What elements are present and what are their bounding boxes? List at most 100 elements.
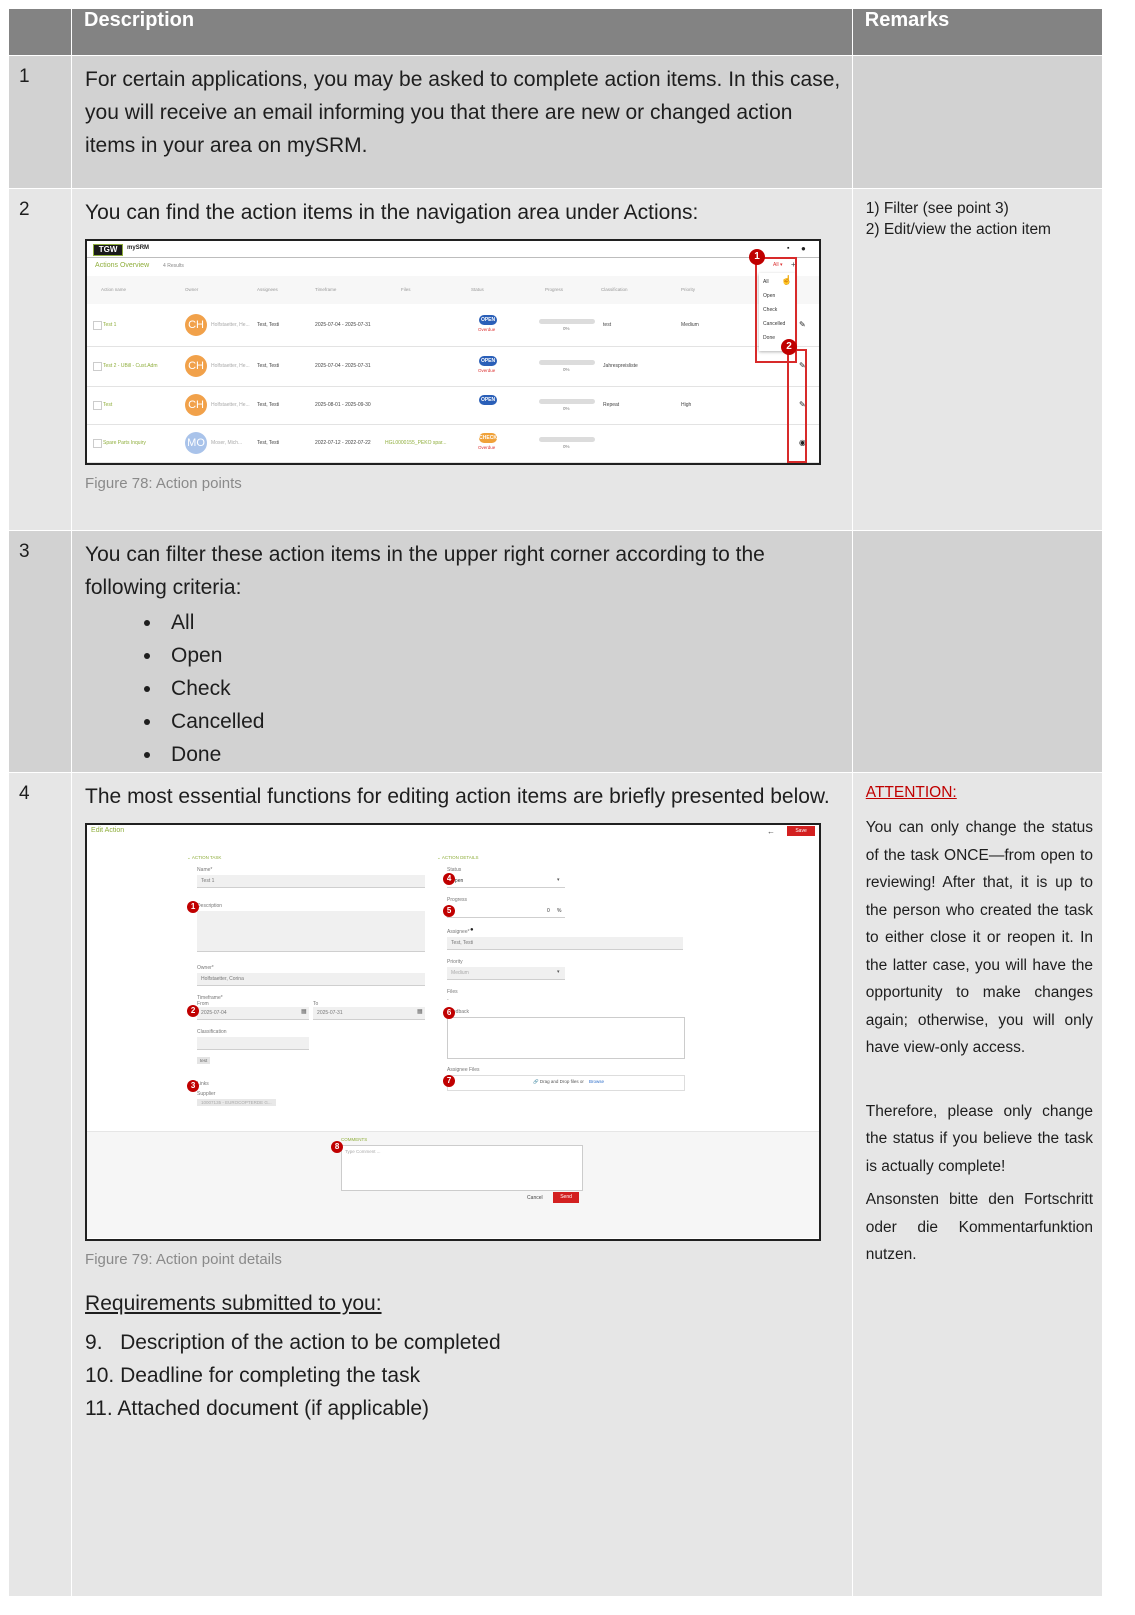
callout-badge: 3	[187, 1080, 200, 1092]
row-divider	[87, 346, 820, 347]
comments-label: COMMENTS	[341, 1137, 368, 1142]
remark-filter: 1) Filter (see point 3)	[865, 200, 1009, 217]
list-item: Open	[163, 639, 851, 672]
field-label: Supplier	[197, 1091, 216, 1097]
action-name-link[interactable]: Test 2 - UBill - Cust.Adm	[103, 363, 183, 369]
field-label: Assignee*	[447, 929, 470, 935]
callout-badge: 1	[749, 249, 766, 265]
back-arrow-icon[interactable]: ←	[767, 827, 775, 836]
row-description: You can filter these action items in the…	[71, 530, 853, 773]
row-description: For certain applications, you may be ask…	[71, 55, 853, 189]
row-remarks	[851, 530, 1104, 773]
priority: Medium	[681, 322, 699, 328]
owner-name: Moser, Mich...	[211, 440, 243, 446]
requirements-list: 9. Description of the action to be compl…	[85, 1328, 851, 1423]
progress-bar	[539, 319, 596, 324]
info-icon: ●	[470, 927, 474, 933]
description-field[interactable]	[197, 911, 426, 952]
table-row-2: 2 You can find the action items in the n…	[7, 188, 1104, 531]
avatar: MO	[185, 432, 208, 454]
logo: TGW	[93, 244, 124, 256]
name-value: Test 1	[201, 878, 215, 884]
status-select[interactable]	[447, 875, 566, 888]
calendar-icon[interactable]: ▦	[301, 1008, 307, 1015]
list-item: Check	[163, 672, 851, 705]
progress-value: 0%	[563, 367, 570, 372]
drop-text: 🔗 Drag and Drop files or	[533, 1079, 584, 1084]
row-number: 4	[7, 772, 73, 1597]
chevron-down-icon[interactable]: ▾	[557, 969, 560, 975]
filter-criteria-list: AllOpenCheckCancelledDone	[73, 606, 851, 771]
app-name: mySRM	[127, 245, 150, 251]
row-text: You can find the action items in the nav…	[85, 201, 699, 224]
status-badge: OPEN	[479, 315, 498, 325]
user-icon[interactable]: ●	[801, 244, 806, 253]
feedback-field[interactable]	[447, 1017, 686, 1059]
row-remarks	[851, 55, 1104, 189]
action-name-link[interactable]: Test 1	[103, 322, 183, 328]
table-row-4: 4 The most essential functions for editi…	[7, 772, 1104, 1597]
field-label: Assignee Files	[447, 1067, 480, 1073]
row-checkbox[interactable]	[93, 401, 103, 410]
document-table-wrapper: Description Remarks 1 For certain applic…	[7, 8, 1104, 1615]
send-button[interactable]: Send	[553, 1192, 580, 1203]
divider	[87, 257, 820, 258]
list-item: All	[163, 606, 851, 639]
save-button[interactable]: Save	[787, 826, 816, 836]
action-name-link[interactable]: Spare Parts Inquiry	[103, 440, 183, 446]
section-details-label: ⌄ ACTION DETAILS	[437, 855, 479, 860]
column-header: Progress	[545, 287, 564, 292]
column-header: Assignees	[257, 287, 278, 292]
column-header: Files	[401, 287, 411, 292]
field-label: Classification	[197, 1029, 227, 1035]
table-header-row: Description Remarks	[7, 8, 1104, 56]
browse-link[interactable]: Browse	[589, 1079, 604, 1084]
chevron-down-icon[interactable]: ▾	[557, 877, 560, 883]
status-badge: CHECK	[479, 433, 498, 443]
classification-field[interactable]	[197, 1037, 310, 1050]
field-label: -	[447, 997, 449, 1003]
status-badge: OPEN	[479, 356, 498, 366]
avatar: CH	[185, 314, 208, 336]
name-field[interactable]	[197, 875, 426, 888]
assignee-value: Test, Testi	[451, 940, 474, 946]
calendar-icon[interactable]: ▦	[417, 1008, 423, 1015]
column-header: Priority	[681, 287, 696, 292]
row-checkbox[interactable]	[93, 321, 103, 330]
file-link[interactable]: HGL0000155_PEKO spar...	[385, 440, 446, 446]
row-checkbox[interactable]	[93, 439, 103, 448]
progress-value: 0	[547, 908, 550, 914]
classification: test	[603, 322, 612, 328]
header-description: Description	[71, 8, 853, 56]
row-divider	[87, 462, 820, 463]
timeframe: 2025-07-04 - 2025-07-31	[315, 322, 371, 328]
from-value: 2025-07-04	[201, 1010, 227, 1016]
callout-badge: 6	[443, 1007, 456, 1019]
field-label: Name*	[197, 867, 213, 873]
timeframe: 2025-08-01 - 2025-09-30	[315, 402, 371, 408]
overdue-label: Overdue	[478, 368, 496, 373]
row-checkbox[interactable]	[93, 362, 103, 371]
cancel-button[interactable]: Cancel	[527, 1195, 543, 1201]
assignee-field[interactable]	[447, 937, 684, 950]
pencil-icon[interactable]: ✎	[799, 320, 806, 329]
progress-unit: %	[557, 908, 562, 914]
results-count: 4 Results	[163, 263, 184, 269]
row-description: The most essential functions for editing…	[71, 772, 853, 1597]
column-header: Status	[471, 287, 484, 292]
list-item: Done	[163, 738, 851, 771]
progress-bar	[539, 399, 596, 404]
avatar: CH	[185, 355, 208, 377]
highlight-box	[787, 349, 808, 463]
classification: Jahrespreisliste	[603, 363, 638, 369]
section-task-label: ⌄ ACTION TASK	[187, 855, 222, 860]
chat-icon[interactable]: ▪	[787, 245, 789, 252]
edit-action-screenshot: Edit Action ← Save ⌄ ACTION TASK ⌄ ACTION DE…	[85, 823, 822, 1241]
callout-badge: 2	[781, 339, 798, 355]
action-name-link[interactable]: Test	[103, 402, 183, 408]
supplier-chip: 10007135 - EUROCOPTERDE G...	[197, 1099, 276, 1106]
column-header: Owner	[185, 287, 199, 292]
field-label: Files	[447, 989, 458, 995]
callout-badge: 7	[443, 1075, 456, 1087]
header-number-cell	[7, 8, 73, 56]
